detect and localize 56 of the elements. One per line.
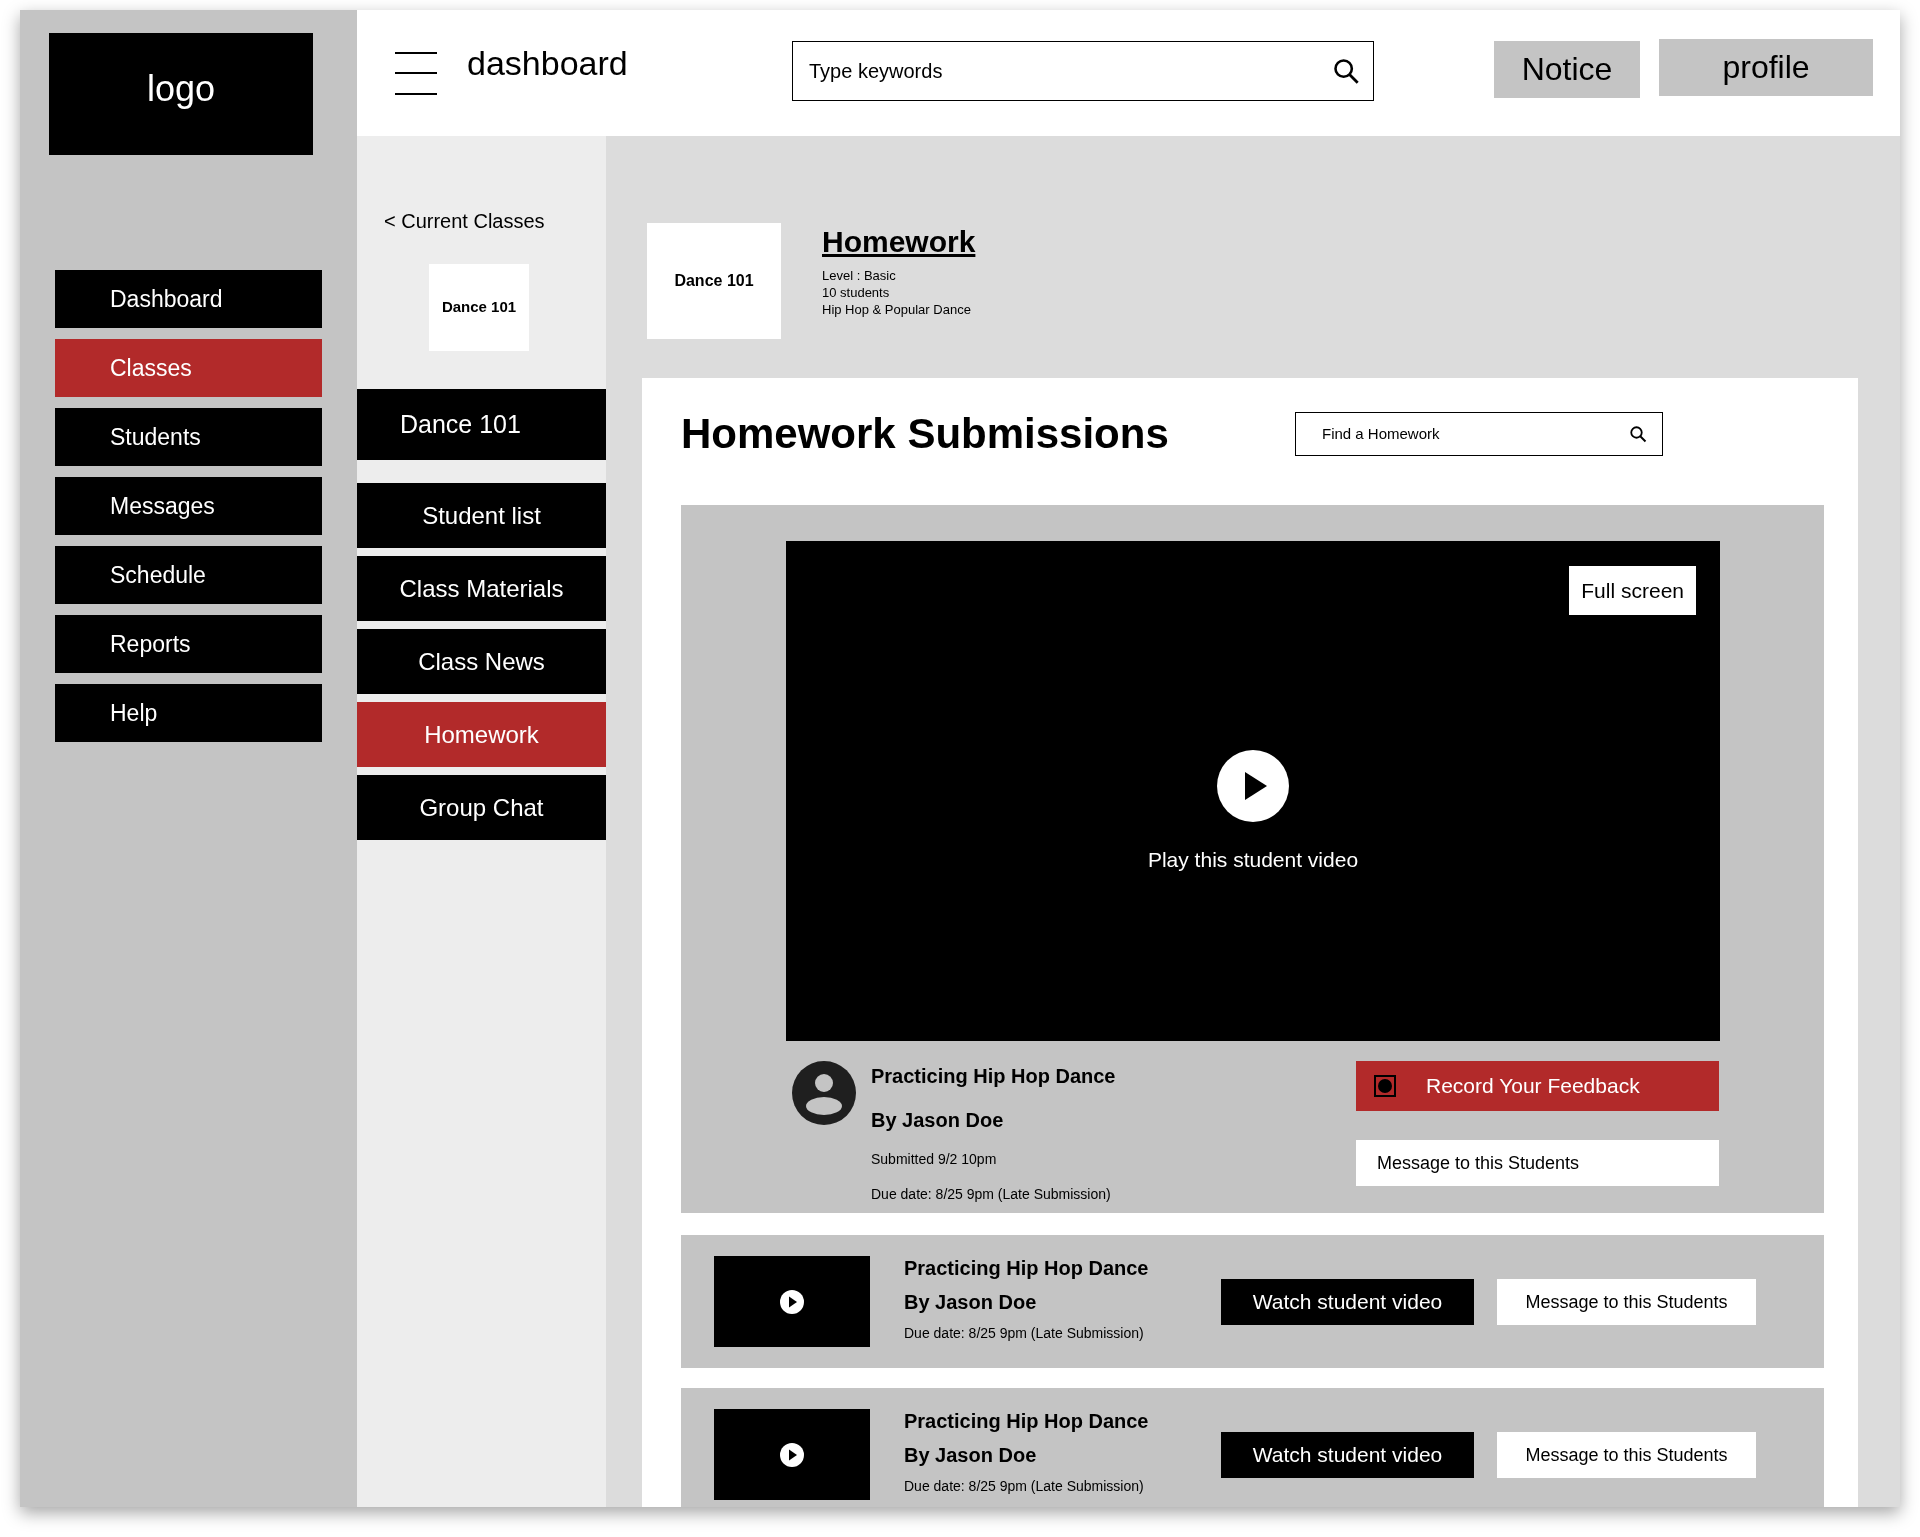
play-icon[interactable]: [780, 1442, 804, 1467]
class-title-bar: Dance 101: [357, 389, 606, 460]
nav-item[interactable]: Schedule: [55, 546, 322, 604]
student-name: By Jason Doe: [904, 1443, 1038, 1468]
profile-button[interactable]: profile: [1659, 38, 1873, 96]
message-button[interactable]: Message to this Students: [1497, 1279, 1756, 1325]
nav-item[interactable]: Help: [55, 684, 322, 742]
page-title: dashboard: [467, 42, 629, 84]
submitted-date: Submitted 9/2 10pm: [871, 1150, 998, 1169]
search-field[interactable]: Type keywords: [792, 41, 1374, 101]
record-icon: [1374, 1075, 1396, 1097]
record-feedback-button[interactable]: Record Your Feedback: [1356, 1061, 1719, 1111]
class-card: Dance 101: [647, 223, 781, 339]
submission-title: Practicing Hip Hop Dance: [904, 1256, 1150, 1281]
video-caption: Play this student video: [1147, 847, 1359, 873]
nav-item[interactable]: Dashboard: [55, 270, 322, 328]
play-icon[interactable]: [780, 1289, 804, 1314]
nav-item[interactable]: Messages: [55, 477, 322, 535]
submission-title: Practicing Hip Hop Dance: [904, 1409, 1150, 1434]
due-date: Due date: 8/25 9pm (Late Submission): [904, 1324, 1145, 1343]
menu-icon[interactable]: [395, 51, 437, 95]
nav-item[interactable]: Reports: [55, 615, 322, 673]
homework-title: Homework: [822, 227, 976, 257]
class-menu-item[interactable]: Class News: [357, 629, 606, 694]
message-button[interactable]: Message to this Students: [1356, 1140, 1719, 1186]
nav-item[interactable]: Students: [55, 408, 322, 466]
search-icon[interactable]: [1629, 424, 1647, 443]
submission-title: Practicing Hip Hop Dance: [871, 1064, 1117, 1089]
section-title: Homework Submissions: [681, 409, 1170, 459]
class-menu-item[interactable]: Class Materials: [357, 556, 606, 621]
class-menu-item[interactable]: Homework: [357, 702, 606, 767]
notice-button[interactable]: Notice: [1494, 40, 1640, 98]
back-link[interactable]: < Current Classes: [384, 206, 606, 236]
full-screen-button[interactable]: Full screen: [1569, 566, 1696, 615]
class-detail: 10 students: [822, 284, 891, 301]
video-player[interactable]: Full screen Play this student video: [786, 541, 1720, 1041]
watch-video-button[interactable]: Watch student video: [1221, 1279, 1474, 1325]
video-thumbnail[interactable]: [714, 1409, 870, 1500]
due-date: Due date: 8/25 9pm (Late Submission): [871, 1185, 1112, 1204]
class-detail: Level : Basic: [822, 267, 897, 284]
due-date: Due date: 8/25 9pm (Late Submission): [904, 1477, 1145, 1496]
play-icon[interactable]: [1217, 750, 1289, 822]
nav-item[interactable]: Classes: [55, 339, 322, 397]
avatar-icon: [792, 1061, 856, 1125]
search-field[interactable]: Find a Homework: [1295, 411, 1663, 456]
message-button[interactable]: Message to this Students: [1497, 1432, 1756, 1478]
video-thumbnail[interactable]: [714, 1256, 870, 1347]
class-detail: Hip Hop & Popular Dance: [822, 301, 972, 318]
class-menu-item[interactable]: Student list: [357, 483, 606, 548]
student-name: By Jason Doe: [871, 1108, 1005, 1133]
class-menu-item[interactable]: Group Chat: [357, 775, 606, 840]
search-icon[interactable]: [1332, 57, 1360, 85]
student-name: By Jason Doe: [904, 1290, 1038, 1315]
watch-video-button[interactable]: Watch student video: [1221, 1432, 1474, 1478]
logo: logo: [49, 33, 313, 155]
class-card[interactable]: Dance 101: [429, 264, 529, 351]
